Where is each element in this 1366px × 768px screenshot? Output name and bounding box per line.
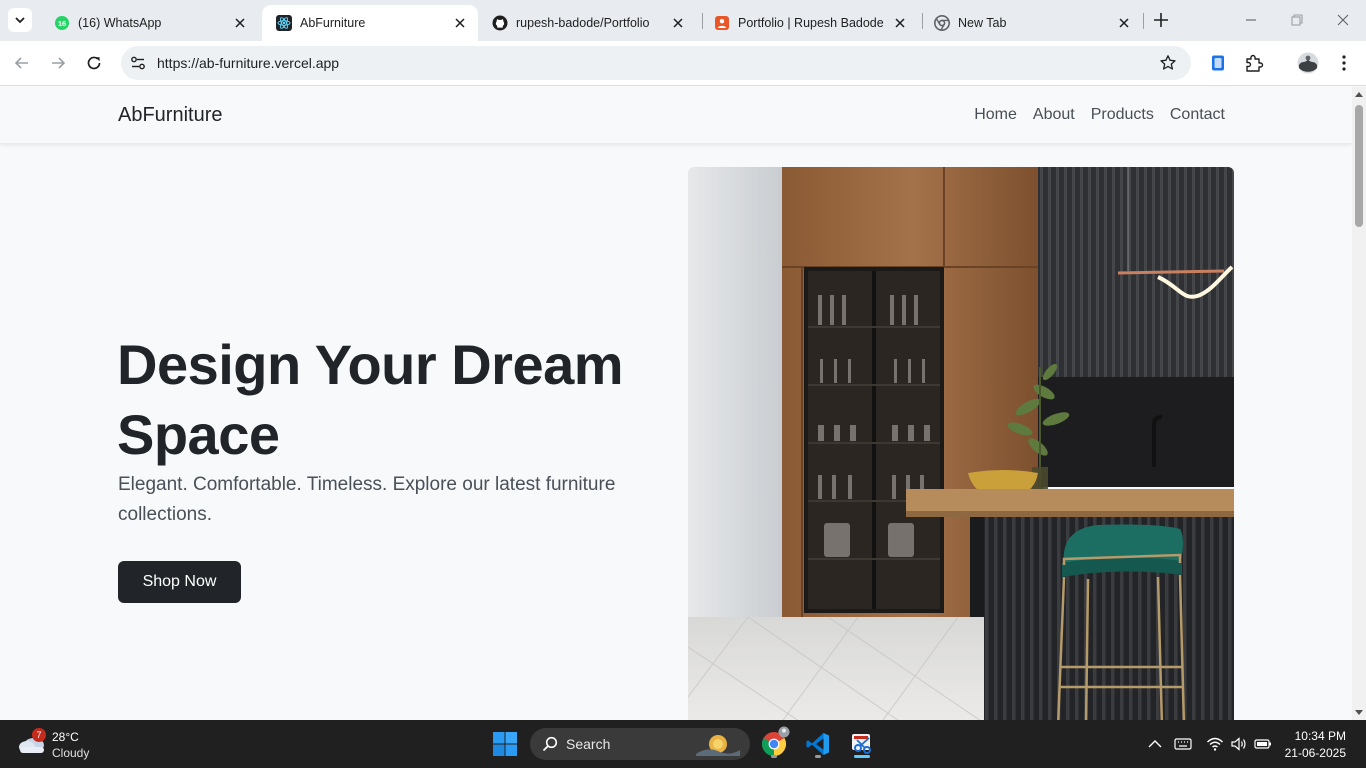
snipping-tool-icon <box>852 734 871 754</box>
nav-link-about[interactable]: About <box>1033 106 1075 124</box>
reload-icon[interactable] <box>84 53 104 73</box>
running-indicator <box>771 755 777 758</box>
nav-link-products[interactable]: Products <box>1091 106 1154 124</box>
web-page: AbFurniture Home About Products Contact … <box>0 87 1352 720</box>
extensions-puzzle-icon[interactable] <box>1244 53 1264 73</box>
close-icon[interactable] <box>232 15 248 31</box>
tab-strip: 16 (16) WhatsApp AbFurniture rupesh-bado… <box>0 0 1366 41</box>
weather-condition[interactable]: Cloudy <box>52 746 89 760</box>
restore-icon[interactable] <box>1290 13 1304 27</box>
site-navbar: AbFurniture Home About Products Contact <box>0 87 1352 143</box>
search-icon <box>542 736 558 752</box>
clock-time[interactable]: 10:34 PM <box>1295 729 1346 743</box>
tab-title: rupesh-badode/Portfolio <box>516 16 650 30</box>
nav-link-contact[interactable]: Contact <box>1170 106 1225 124</box>
close-icon[interactable] <box>892 15 908 31</box>
window-close-icon[interactable] <box>1336 13 1350 27</box>
windows-taskbar: 7 28°C Cloudy Search 10:34 PM 21-06-2025 <box>0 720 1366 768</box>
chevron-down-icon <box>15 17 25 24</box>
react-icon <box>276 15 292 31</box>
tab-title: Portfolio | Rupesh Badode <box>738 16 884 30</box>
whatsapp-icon: 16 <box>54 15 70 31</box>
close-icon[interactable] <box>670 15 686 31</box>
chevron-up-icon[interactable] <box>1146 735 1164 753</box>
shop-now-button[interactable]: Shop Now <box>118 561 241 603</box>
taskbar-snipping-tool[interactable] <box>846 728 878 760</box>
nav-links: Home About Products Contact <box>974 106 1225 124</box>
portfolio-icon <box>714 15 730 31</box>
scroll-down-arrow-icon[interactable] <box>1355 708 1363 716</box>
browser-toolbar: https://ab-furniture.vercel.app <box>0 41 1366 112</box>
close-icon[interactable] <box>1116 15 1132 31</box>
tab-whatsapp[interactable]: 16 (16) WhatsApp <box>40 5 258 41</box>
keyboard-icon[interactable] <box>1174 735 1192 753</box>
tab-separator <box>1143 13 1144 29</box>
volume-icon[interactable] <box>1230 735 1248 753</box>
address-bar[interactable]: https://ab-furniture.vercel.app <box>121 46 1191 80</box>
back-arrow-icon[interactable] <box>12 53 32 73</box>
clock-date[interactable]: 21-06-2025 <box>1285 746 1346 760</box>
search-highlight-icon <box>696 735 740 756</box>
scroll-up-arrow-icon[interactable] <box>1355 91 1363 99</box>
page-scrollbar[interactable] <box>1352 87 1366 720</box>
svg-text:16: 16 <box>58 19 66 28</box>
kitchen-illustration <box>688 167 1234 720</box>
profile-badge-icon <box>778 726 790 738</box>
tab-title: New Tab <box>958 16 1007 30</box>
windows-start-icon[interactable] <box>493 732 517 756</box>
vscode-icon <box>806 733 829 755</box>
weather-temperature[interactable]: 28°C <box>52 730 79 744</box>
hero-subtitle: Elegant. Comfortable. Timeless. Explore … <box>118 474 616 525</box>
tab-search-button[interactable] <box>8 8 32 32</box>
chrome-icon <box>934 15 950 31</box>
bookmark-star-icon[interactable] <box>1159 54 1177 72</box>
hero-kitchen-image <box>688 167 1234 720</box>
tab-github[interactable]: rupesh-badode/Portfolio <box>478 5 696 41</box>
site-settings-icon[interactable] <box>129 54 147 72</box>
brand-logo[interactable]: AbFurniture <box>118 104 223 127</box>
tab-portfolio[interactable]: Portfolio | Rupesh Badode <box>700 5 918 41</box>
weather-alert-badge: 7 <box>32 728 46 742</box>
close-icon[interactable] <box>452 15 468 31</box>
kebab-menu-icon[interactable] <box>1334 53 1354 73</box>
hero-title: Design Your Dream Space <box>117 333 624 466</box>
url-text[interactable]: https://ab-furniture.vercel.app <box>157 55 339 71</box>
tab-title: (16) WhatsApp <box>78 16 162 30</box>
profile-avatar-icon[interactable] <box>1297 52 1319 74</box>
taskbar-search-box[interactable]: Search <box>530 728 750 760</box>
new-tab-plus-icon[interactable] <box>1152 11 1170 29</box>
running-indicator <box>815 755 821 758</box>
wifi-icon[interactable] <box>1206 735 1224 753</box>
battery-icon[interactable] <box>1254 735 1272 753</box>
taskbar-vscode[interactable] <box>802 728 834 760</box>
active-indicator <box>854 755 870 758</box>
tab-new-tab[interactable]: New Tab <box>920 5 1142 41</box>
github-icon <box>492 15 508 31</box>
nav-link-home[interactable]: Home <box>974 106 1017 124</box>
tab-title: AbFurniture <box>300 16 366 30</box>
minimize-icon[interactable] <box>1244 13 1258 27</box>
search-label: Search <box>566 736 611 752</box>
taskbar-chrome[interactable] <box>758 726 790 760</box>
tab-abfurniture[interactable]: AbFurniture <box>262 5 478 41</box>
forward-arrow-icon[interactable] <box>48 53 68 73</box>
scrollbar-thumb[interactable] <box>1355 105 1363 227</box>
tab-search-side-panel-icon[interactable] <box>1208 53 1228 73</box>
